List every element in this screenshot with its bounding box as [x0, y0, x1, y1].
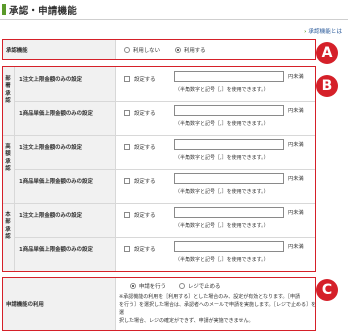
- approval-option-on-radio[interactable]: [175, 47, 181, 53]
- page-title: 承認・申請機能: [9, 6, 77, 17]
- group-label-dept: 部署承認: [5, 76, 11, 104]
- callout-marker-b: B: [316, 75, 338, 97]
- approval-help-link[interactable]: › 承認機能とは: [304, 27, 342, 35]
- row-label-unit-price-limit: 1商品単価上限金額のみの設定: [19, 111, 93, 117]
- row-label-order-limit: 1注文上限金額のみの設定: [19, 213, 83, 219]
- order-limit-amount-input[interactable]: [174, 207, 284, 218]
- row-label-unit-price-limit: 1商品単価上限金額のみの設定: [19, 179, 93, 185]
- request-note-line: を行う］を選択した場合は、承認者へのメールで申請を実施します。［レジで止める］を…: [119, 302, 317, 316]
- row-divider: [14, 101, 315, 102]
- request-note: ※承認機能の利用を［利用する］とした場合のみ、設定が有効となります。［申請 を行…: [119, 293, 319, 325]
- group-label-headquarters: 本部承認: [5, 212, 11, 240]
- row-setting-label[interactable]: 設定する: [134, 143, 156, 151]
- callout-marker-a: A: [316, 42, 338, 64]
- row-setting-label[interactable]: 設定する: [134, 177, 156, 185]
- row-setting-label[interactable]: 設定する: [134, 109, 156, 117]
- request-option-stop-label[interactable]: レジで止める: [188, 282, 220, 290]
- row-setting-checkbox[interactable]: [124, 212, 130, 218]
- unit-price-limit-amount-input[interactable]: [174, 241, 284, 252]
- group-divider: [3, 135, 315, 136]
- unit-label: 円未満: [288, 176, 304, 182]
- input-hint: （半角数字と記号［,］を使用できます。）: [175, 257, 269, 263]
- callout-marker-c: C: [316, 279, 338, 301]
- unit-price-limit-amount-input[interactable]: [174, 173, 284, 184]
- column-divider: [115, 40, 116, 59]
- unit-price-limit-amount-input[interactable]: [174, 105, 284, 116]
- approval-option-off-radio[interactable]: [124, 47, 130, 53]
- group-divider: [3, 203, 315, 204]
- row-setting-checkbox[interactable]: [124, 144, 130, 150]
- column-divider: [115, 278, 116, 330]
- input-hint: （半角数字と記号［,］を使用できます。）: [175, 223, 269, 229]
- input-hint: （半角数字と記号［,］を使用できます。）: [175, 189, 269, 195]
- row-divider: [14, 237, 315, 238]
- approval-option-on-label[interactable]: 利用する: [184, 46, 206, 54]
- row-setting-label[interactable]: 設定する: [134, 75, 156, 83]
- title-accent-bar: [2, 4, 6, 15]
- request-note-line: 択した場合、レジの確定ができず、申請が実施できません。: [119, 318, 254, 324]
- chevron-right-icon: ›: [304, 29, 307, 35]
- page-header: 承認・申請機能: [0, 0, 348, 20]
- input-hint: （半角数字と記号［,］を使用できます。）: [175, 87, 269, 93]
- request-option-submit-label[interactable]: 申請を行う: [139, 282, 166, 290]
- row-setting-label[interactable]: 設定する: [134, 245, 156, 253]
- approval-option-off-label[interactable]: 利用しない: [133, 46, 160, 54]
- row-setting-checkbox[interactable]: [124, 110, 130, 116]
- row-label-order-limit: 1注文上限金額のみの設定: [19, 77, 83, 83]
- approval-help-link-label: 承認機能とは: [308, 29, 342, 35]
- unit-label: 円未満: [288, 244, 304, 250]
- unit-label: 円未満: [288, 74, 304, 80]
- row-label-unit-price-limit: 1商品単価上限金額のみの設定: [19, 247, 93, 253]
- request-note-line: ※承認機能の利用を［利用する］とした場合のみ、設定が有効となります。［申請: [119, 294, 301, 300]
- unit-label: 円未満: [288, 108, 304, 114]
- approval-function-section: 承認機能 利用しない 利用する: [2, 39, 316, 60]
- request-option-submit-radio[interactable]: [130, 283, 136, 289]
- row-setting-checkbox[interactable]: [124, 246, 130, 252]
- row-setting-checkbox[interactable]: [124, 178, 130, 184]
- order-limit-amount-input[interactable]: [174, 71, 284, 82]
- unit-label: 円未満: [288, 210, 304, 216]
- row-setting-label[interactable]: 設定する: [134, 211, 156, 219]
- request-option-stop-radio[interactable]: [179, 283, 185, 289]
- order-limit-amount-input[interactable]: [174, 139, 284, 150]
- input-hint: （半角数字と記号［,］を使用できます。）: [175, 155, 269, 161]
- group-label-high-amount: 高額承認: [5, 144, 11, 172]
- row-label-order-limit: 1注文上限金額のみの設定: [19, 145, 83, 151]
- row-divider: [14, 169, 315, 170]
- input-hint: （半角数字と記号［,］を使用できます。）: [175, 121, 269, 127]
- row-setting-checkbox[interactable]: [124, 76, 130, 82]
- request-function-label: 申請機能の利用: [6, 302, 44, 308]
- approval-function-label: 承認機能: [6, 48, 28, 54]
- approval-limits-section: 部署承認 1注文上限金額のみの設定 設定する 円未満 （半角数字と記号［,］を使…: [2, 66, 316, 272]
- unit-label: 円未満: [288, 142, 304, 148]
